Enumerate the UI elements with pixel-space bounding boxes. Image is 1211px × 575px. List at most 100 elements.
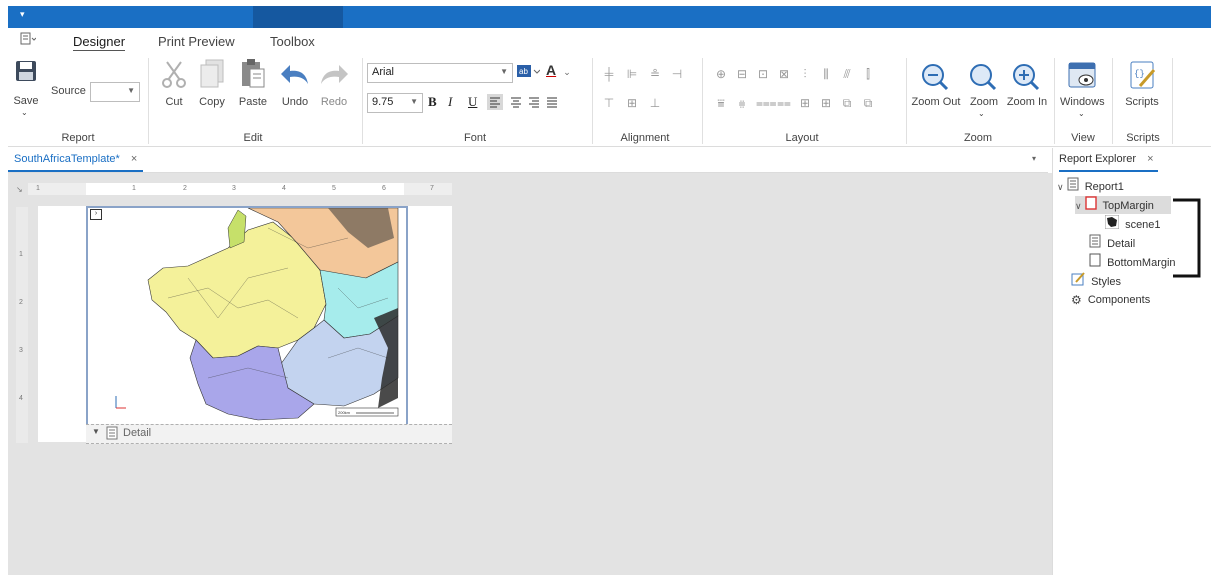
decrease-v-spacing-icon[interactable]: ⩶ xyxy=(756,96,777,110)
underline-button[interactable]: U xyxy=(468,94,477,110)
font-family-value: Arial xyxy=(372,66,395,78)
zoom-out-button[interactable] xyxy=(921,63,949,94)
bold-button[interactable]: B xyxy=(428,94,437,110)
make-same-size-icon[interactable]: ⊠ xyxy=(777,67,791,81)
tree-node-detail[interactable]: Detail xyxy=(1089,234,1135,252)
copy-button[interactable] xyxy=(199,58,225,91)
detail-band[interactable]: ▼ Detail xyxy=(86,424,452,444)
close-icon[interactable]: × xyxy=(131,153,137,165)
font-color-icon: A xyxy=(546,62,557,78)
decrease-h-spacing-icon[interactable]: ⫻ xyxy=(840,67,854,81)
highlight-color-button[interactable]: ab xyxy=(516,63,541,84)
bracket-annotation xyxy=(1173,198,1201,278)
tab-list-dropdown-icon[interactable]: ▾ xyxy=(1032,154,1036,163)
send-to-back-icon[interactable]: ⧉ xyxy=(861,96,875,110)
align-centers-icon[interactable]: ╪ xyxy=(602,67,616,81)
save-icon xyxy=(16,61,36,81)
ruler-h-tick: 4 xyxy=(282,185,286,192)
tab-designer[interactable]: Designer xyxy=(73,34,126,51)
windows-button[interactable] xyxy=(1068,60,1098,93)
cut-label: Cut xyxy=(165,96,183,108)
bring-to-front-icon[interactable]: ⧉ xyxy=(840,96,854,110)
zoom-in-button[interactable] xyxy=(1012,63,1040,94)
top-margin-band[interactable]: › 200km xyxy=(86,206,408,428)
make-same-height-icon[interactable]: ⊟ xyxy=(735,67,749,81)
align-tops-icon[interactable]: ⊤ xyxy=(602,96,616,110)
make-same-width-icon[interactable]: ⊕ xyxy=(714,67,728,81)
increase-h-spacing-icon[interactable]: ⫼ xyxy=(819,67,833,81)
horizontal-spacing-icon[interactable]: ⫶ xyxy=(798,67,812,81)
map-scene-image[interactable]: 200km xyxy=(88,208,402,422)
tree-node-components[interactable]: ⚙ Components xyxy=(1071,291,1150,309)
tree-node-scene[interactable]: scene1 xyxy=(1104,214,1161,235)
app-menu-icon[interactable] xyxy=(20,32,37,49)
tree-node-bottom-margin[interactable]: BottomMargin xyxy=(1089,253,1176,271)
gear-icon: ⚙ xyxy=(1071,293,1082,308)
ruler-h-tick: 1 xyxy=(132,185,136,192)
quick-access-dropdown-icon[interactable]: ▾ xyxy=(20,9,25,20)
paste-label: Paste xyxy=(238,96,268,108)
chevron-down-icon[interactable]: ∨ xyxy=(1075,201,1082,211)
paste-button[interactable] xyxy=(240,58,266,91)
align-left-button[interactable] xyxy=(487,94,503,110)
cut-button[interactable] xyxy=(161,60,187,91)
map-icon xyxy=(1104,214,1120,235)
redo-icon xyxy=(321,65,348,84)
font-color-button[interactable]: A ⌄ xyxy=(546,62,571,78)
detail-band-label: Detail xyxy=(123,427,152,439)
align-center-button[interactable] xyxy=(508,94,524,113)
map-scale-label: 200km xyxy=(338,410,351,415)
undo-button[interactable] xyxy=(280,62,310,89)
close-icon[interactable]: × xyxy=(1147,153,1153,165)
align-to-grid-icon[interactable]: ⊞ xyxy=(625,96,639,110)
report-explorer-title: Report Explorer xyxy=(1059,153,1137,165)
tree-node-report[interactable]: ∨ Report1 xyxy=(1057,177,1124,195)
tree-node-top-margin[interactable]: ∨ TopMargin xyxy=(1075,196,1171,214)
align-middles-icon[interactable]: ≗ xyxy=(648,67,662,81)
center-horizontally-icon[interactable]: ⊞ xyxy=(798,96,812,110)
center-vertically-icon[interactable]: ⊞ xyxy=(819,96,833,110)
ruler-corner-icon: ↘ xyxy=(16,185,23,194)
vertical-spacing-icon[interactable]: ⩸ xyxy=(714,96,728,110)
zoom-dropdown-icon[interactable]: ⌄ xyxy=(978,109,985,118)
document-tab[interactable]: SouthAfricaTemplate* × xyxy=(8,148,144,172)
tab-print-preview[interactable]: Print Preview xyxy=(158,34,235,49)
source-combo[interactable]: ▼ xyxy=(90,82,140,102)
size-to-grid-icon[interactable]: ⊡ xyxy=(756,67,770,81)
group-separator xyxy=(592,58,593,144)
tree-node-label: Components xyxy=(1087,294,1151,306)
remove-h-spacing-icon[interactable]: ⫿ xyxy=(861,67,875,81)
group-separator xyxy=(906,58,907,144)
save-dropdown-icon[interactable]: ⌄ xyxy=(21,108,28,117)
scripts-button[interactable]: {} xyxy=(1128,60,1158,93)
save-button[interactable] xyxy=(15,60,37,85)
remove-v-spacing-icon[interactable]: ⩵ xyxy=(777,96,791,110)
increase-v-spacing-icon[interactable]: ⩷ xyxy=(735,96,749,110)
align-bottoms-icon[interactable]: ⊥ xyxy=(648,96,662,110)
zoom-in-icon xyxy=(1013,64,1040,91)
detail-band-icon xyxy=(106,426,118,443)
tab-toolbox[interactable]: Toolbox xyxy=(270,34,315,49)
collapse-triangle-icon[interactable]: ▼ xyxy=(92,427,100,436)
justify-button[interactable] xyxy=(544,94,560,113)
font-size-select[interactable]: 9.75 ▼ xyxy=(367,93,423,113)
ruler-v-tick: 2 xyxy=(19,299,23,306)
ruler-h-tick: 7 xyxy=(430,185,434,192)
tree-node-styles[interactable]: Styles xyxy=(1071,272,1121,290)
group-label-report: Report xyxy=(61,132,95,144)
chevron-down-icon[interactable]: ∨ xyxy=(1057,182,1064,192)
italic-button[interactable]: I xyxy=(448,94,452,110)
zoom-button[interactable] xyxy=(969,63,997,94)
redo-button[interactable] xyxy=(319,62,349,89)
font-family-select[interactable]: Arial ▼ xyxy=(367,63,513,83)
windows-dropdown-icon[interactable]: ⌄ xyxy=(1078,109,1085,118)
align-lefts-icon[interactable]: ⊫ xyxy=(625,67,639,81)
align-rights-icon[interactable]: ⊣ xyxy=(670,67,684,81)
align-center-icon xyxy=(511,97,521,108)
chevron-down-icon: ▼ xyxy=(127,86,135,95)
undo-label: Undo xyxy=(281,96,309,108)
svg-text:ab: ab xyxy=(519,67,528,76)
align-right-button[interactable] xyxy=(526,94,542,113)
justify-icon xyxy=(547,97,557,108)
report-explorer-tab[interactable]: Report Explorer × xyxy=(1059,148,1158,172)
